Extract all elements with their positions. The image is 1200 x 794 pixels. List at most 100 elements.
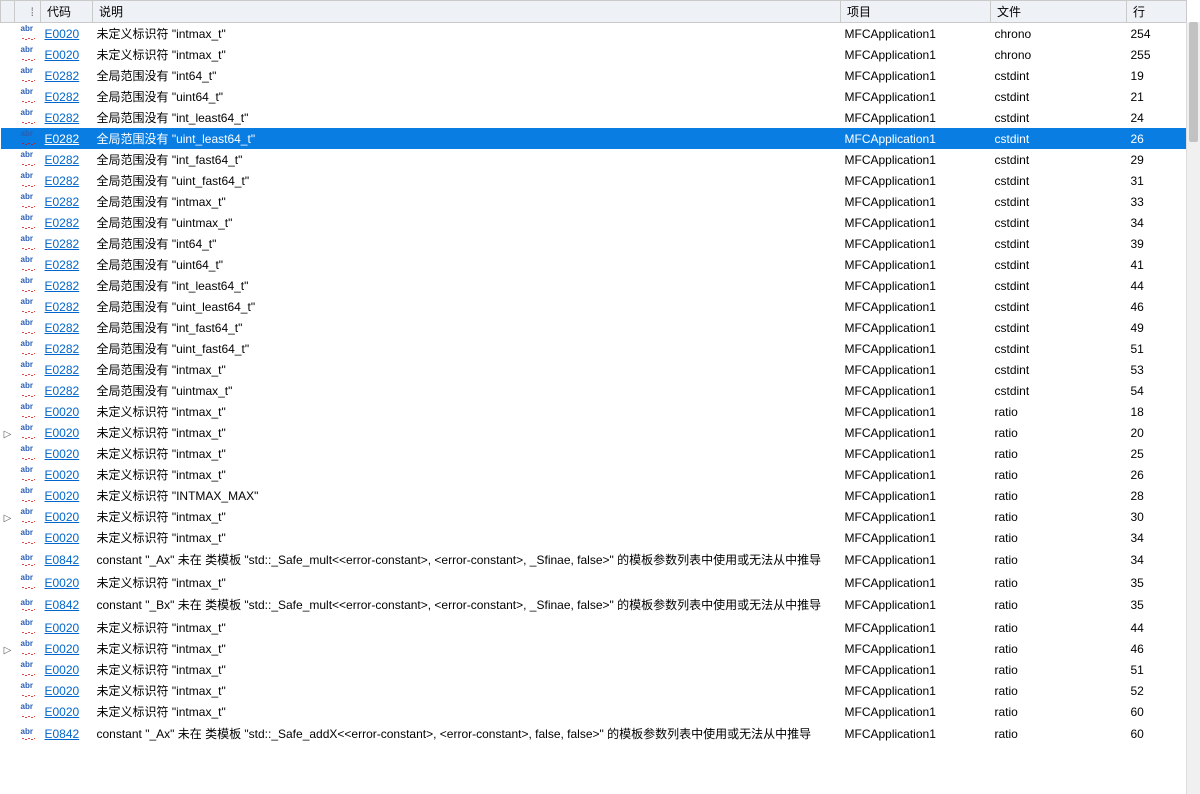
error-code[interactable]: E0020: [41, 506, 93, 527]
error-type-icon-cell: abr: [15, 212, 41, 233]
expand-toggle: [1, 617, 15, 638]
vertical-scrollbar[interactable]: [1186, 22, 1200, 794]
error-description: 未定义标识符 "intmax_t": [93, 44, 841, 65]
scrollbar-thumb[interactable]: [1189, 22, 1198, 142]
error-code[interactable]: E0020: [41, 659, 93, 680]
error-code[interactable]: E0842: [41, 548, 93, 572]
table-row[interactable]: abrE0282全局范围没有 "int_least64_t"MFCApplica…: [1, 275, 1187, 296]
table-row[interactable]: abrE0282全局范围没有 "int64_t"MFCApplication1c…: [1, 65, 1187, 86]
intellisense-error-icon: abr: [21, 685, 35, 695]
error-description: 未定义标识符 "intmax_t": [93, 506, 841, 527]
table-row[interactable]: abrE0282全局范围没有 "uintmax_t"MFCApplication…: [1, 212, 1187, 233]
table-row[interactable]: abrE0020未定义标识符 "intmax_t"MFCApplication1…: [1, 443, 1187, 464]
table-row[interactable]: abrE0282全局范围没有 "intmax_t"MFCApplication1…: [1, 191, 1187, 212]
table-row[interactable]: ▷abrE0020未定义标识符 "intmax_t"MFCApplication…: [1, 638, 1187, 659]
error-code[interactable]: E0282: [41, 128, 93, 149]
intellisense-error-icon: abr: [21, 154, 35, 164]
table-row[interactable]: ▷abrE0020未定义标识符 "intmax_t"MFCApplication…: [1, 506, 1187, 527]
table-row[interactable]: abrE0842constant "_Bx" 未在 类模板 "std::_Saf…: [1, 593, 1187, 617]
expand-toggle: [1, 86, 15, 107]
error-code[interactable]: E0020: [41, 527, 93, 548]
project-name: MFCApplication1: [841, 638, 991, 659]
error-code[interactable]: E0282: [41, 254, 93, 275]
line-number: 51: [1127, 338, 1187, 359]
table-row[interactable]: abrE0020未定义标识符 "INTMAX_MAX"MFCApplicatio…: [1, 485, 1187, 506]
error-type-icon-cell: abr: [15, 317, 41, 338]
error-code[interactable]: E0020: [41, 44, 93, 65]
table-row[interactable]: ▷abrE0020未定义标识符 "intmax_t"MFCApplication…: [1, 422, 1187, 443]
project-name: MFCApplication1: [841, 191, 991, 212]
table-row[interactable]: abrE0282全局范围没有 "uint_fast64_t"MFCApplica…: [1, 170, 1187, 191]
error-code[interactable]: E0282: [41, 212, 93, 233]
error-code[interactable]: E0282: [41, 170, 93, 191]
table-row[interactable]: abrE0282全局范围没有 "uint_least64_t"MFCApplic…: [1, 128, 1187, 149]
error-code[interactable]: E0842: [41, 722, 93, 746]
error-code[interactable]: E0020: [41, 401, 93, 422]
table-row[interactable]: abrE0020未定义标识符 "intmax_t"MFCApplication1…: [1, 701, 1187, 722]
table-row[interactable]: abrE0020未定义标识符 "intmax_t"MFCApplication1…: [1, 527, 1187, 548]
error-description: constant "_Ax" 未在 类模板 "std::_Safe_addX<<…: [93, 722, 841, 746]
error-code[interactable]: E0020: [41, 572, 93, 593]
table-row[interactable]: abrE0020未定义标识符 "intmax_t"MFCApplication1…: [1, 23, 1187, 45]
error-code[interactable]: E0282: [41, 107, 93, 128]
table-row[interactable]: abrE0020未定义标识符 "intmax_t"MFCApplication1…: [1, 464, 1187, 485]
table-row[interactable]: abrE0020未定义标识符 "intmax_t"MFCApplication1…: [1, 617, 1187, 638]
line-number: 46: [1127, 638, 1187, 659]
table-row[interactable]: abrE0020未定义标识符 "intmax_t"MFCApplication1…: [1, 401, 1187, 422]
error-code[interactable]: E0842: [41, 593, 93, 617]
error-code[interactable]: E0282: [41, 317, 93, 338]
error-code[interactable]: E0020: [41, 422, 93, 443]
error-code[interactable]: E0020: [41, 443, 93, 464]
error-type-icon-cell: abr: [15, 443, 41, 464]
error-code[interactable]: E0282: [41, 296, 93, 317]
error-code[interactable]: E0282: [41, 233, 93, 254]
header-code[interactable]: 代码: [41, 1, 93, 23]
error-code[interactable]: E0020: [41, 485, 93, 506]
table-row[interactable]: abrE0842constant "_Ax" 未在 类模板 "std::_Saf…: [1, 548, 1187, 572]
table-row[interactable]: abrE0282全局范围没有 "uint64_t"MFCApplication1…: [1, 254, 1187, 275]
header-project[interactable]: 项目: [841, 1, 991, 23]
error-code[interactable]: E0020: [41, 617, 93, 638]
table-row[interactable]: abrE0282全局范围没有 "int_least64_t"MFCApplica…: [1, 107, 1187, 128]
intellisense-error-icon: abr: [21, 259, 35, 269]
error-code[interactable]: E0020: [41, 638, 93, 659]
table-row[interactable]: abrE0282全局范围没有 "uintmax_t"MFCApplication…: [1, 380, 1187, 401]
error-code[interactable]: E0282: [41, 275, 93, 296]
error-code[interactable]: E0282: [41, 191, 93, 212]
error-code[interactable]: E0282: [41, 149, 93, 170]
header-expand[interactable]: [1, 1, 15, 23]
error-code[interactable]: E0282: [41, 86, 93, 107]
expand-toggle[interactable]: ▷: [1, 506, 15, 527]
error-type-icon-cell: abr: [15, 296, 41, 317]
table-row[interactable]: abrE0282全局范围没有 "int_fast64_t"MFCApplicat…: [1, 317, 1187, 338]
error-code[interactable]: E0020: [41, 680, 93, 701]
header-line[interactable]: 行: [1127, 1, 1187, 23]
error-description: 未定义标识符 "INTMAX_MAX": [93, 485, 841, 506]
header-file[interactable]: 文件: [991, 1, 1127, 23]
table-row[interactable]: abrE0282全局范围没有 "uint_fast64_t"MFCApplica…: [1, 338, 1187, 359]
table-row[interactable]: abrE0282全局范围没有 "uint_least64_t"MFCApplic…: [1, 296, 1187, 317]
expand-toggle: [1, 275, 15, 296]
error-code[interactable]: E0020: [41, 701, 93, 722]
expand-toggle[interactable]: ▷: [1, 422, 15, 443]
error-code[interactable]: E0020: [41, 23, 93, 45]
table-row[interactable]: abrE0020未定义标识符 "intmax_t"MFCApplication1…: [1, 659, 1187, 680]
error-code[interactable]: E0282: [41, 338, 93, 359]
table-row[interactable]: abrE0282全局范围没有 "int_fast64_t"MFCApplicat…: [1, 149, 1187, 170]
error-code[interactable]: E0282: [41, 380, 93, 401]
error-type-icon-cell: abr: [15, 506, 41, 527]
expand-toggle[interactable]: ▷: [1, 638, 15, 659]
table-row[interactable]: abrE0020未定义标识符 "intmax_t"MFCApplication1…: [1, 572, 1187, 593]
header-desc[interactable]: 说明: [93, 1, 841, 23]
table-row[interactable]: abrE0282全局范围没有 "uint64_t"MFCApplication1…: [1, 86, 1187, 107]
error-code[interactable]: E0282: [41, 65, 93, 86]
intellisense-error-icon: abr: [21, 385, 35, 395]
table-row[interactable]: abrE0842constant "_Ax" 未在 类模板 "std::_Saf…: [1, 722, 1187, 746]
table-row[interactable]: abrE0282全局范围没有 "int64_t"MFCApplication1c…: [1, 233, 1187, 254]
header-icon[interactable]: ⁞: [15, 1, 41, 23]
error-code[interactable]: E0282: [41, 359, 93, 380]
table-row[interactable]: abrE0282全局范围没有 "intmax_t"MFCApplication1…: [1, 359, 1187, 380]
error-code[interactable]: E0020: [41, 464, 93, 485]
table-row[interactable]: abrE0020未定义标识符 "intmax_t"MFCApplication1…: [1, 44, 1187, 65]
table-row[interactable]: abrE0020未定义标识符 "intmax_t"MFCApplication1…: [1, 680, 1187, 701]
